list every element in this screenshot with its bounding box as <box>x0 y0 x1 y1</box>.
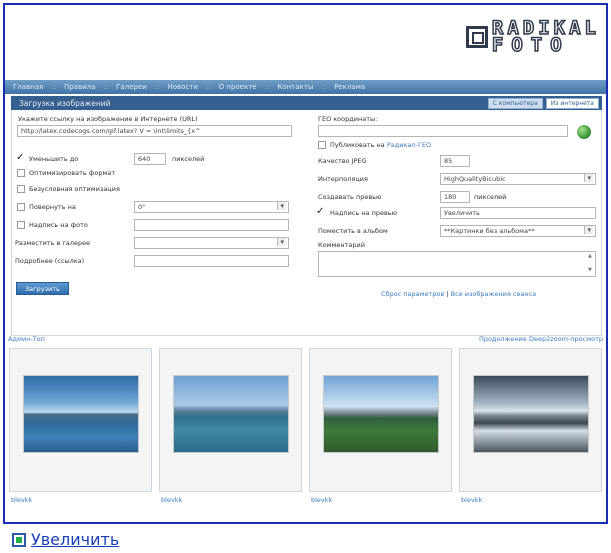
nav-ads[interactable]: Реклама <box>326 83 373 91</box>
reduce-unit: пикселей <box>172 155 205 163</box>
more-link-input[interactable] <box>134 255 289 267</box>
reduce-checkbox[interactable]: ✓ <box>16 153 24 163</box>
thumbnail-card[interactable] <box>309 348 452 492</box>
nav-galleries[interactable]: Галереи <box>108 83 155 91</box>
main-nav: Главная:: Правила:: Галереи:: Новости:: … <box>5 80 606 94</box>
tab-from-internet[interactable]: Из интернета <box>545 97 599 109</box>
gallery-label: Разместить в галерее <box>15 239 91 247</box>
reduce-input[interactable]: 640 <box>134 153 166 165</box>
nav-rules[interactable]: Правила <box>56 83 103 91</box>
deepzoom-link[interactable]: Deep2zoom-просмотр <box>529 335 603 343</box>
publish-label: Публиковать на <box>330 141 385 149</box>
url-label: Укажите ссылку на изображение в Интернет… <box>18 115 198 123</box>
optimize-format-checkbox[interactable] <box>17 169 25 177</box>
zoom-link[interactable]: Увеличить <box>31 530 119 549</box>
scroll-up-icon[interactable]: ▲ <box>588 253 594 259</box>
scroll-down-icon[interactable]: ▼ <box>588 267 594 273</box>
upload-button[interactable]: Загрузить <box>16 282 69 295</box>
thumbnail-image[interactable] <box>473 375 589 453</box>
tab-from-computer[interactable]: С компьютера <box>487 97 543 109</box>
nav-news[interactable]: Новости <box>159 83 205 91</box>
thumbnail-image[interactable] <box>173 375 289 453</box>
continue-link[interactable]: Продолжение <box>479 335 527 343</box>
interp-select[interactable]: HighQualityBicubic <box>440 173 596 185</box>
upload-form: Укажите ссылку на изображение в Интернет… <box>11 110 602 336</box>
preview-label: Создавать превью <box>318 193 382 201</box>
link-separator: | <box>446 290 449 298</box>
admin-top-link[interactable]: Админ-Топ <box>8 335 45 343</box>
rotate-label: Повернуть на <box>29 203 76 211</box>
site-logo[interactable]: RADIKAL FOTO <box>465 18 600 56</box>
unconditional-opt-label: Безусловная оптимизация <box>29 185 120 193</box>
url-input[interactable]: http://latex.codecogs.com/gif.latex? V =… <box>17 125 292 137</box>
reduce-label: Уменьшить до <box>29 155 79 163</box>
reset-params-link[interactable]: Сброс параметров <box>381 290 444 298</box>
comment-textarea[interactable]: ▲ ▼ <box>318 251 596 277</box>
upload-panel-header: Загрузка изображений С компьютера Из инт… <box>11 96 602 110</box>
interp-label: Интерполяция <box>318 175 368 183</box>
thumbnail-card[interactable] <box>459 348 602 492</box>
zoom-icon[interactable] <box>12 532 26 547</box>
caption-checkbox[interactable] <box>17 221 25 229</box>
jpeg-input[interactable]: 85 <box>440 155 470 167</box>
thumbnail-image[interactable] <box>23 375 139 453</box>
rotate-select[interactable]: 0° <box>134 201 289 213</box>
all-images-link[interactable]: Все изображения сеанса <box>451 290 537 298</box>
publish-checkbox[interactable] <box>318 141 326 149</box>
optimize-format-label: Оптимизировать формат <box>29 169 116 177</box>
geo-label: ГЕО координаты: <box>318 115 378 123</box>
preview-caption-label: Надпись на превью <box>330 209 398 217</box>
gallery-select[interactable] <box>134 237 289 249</box>
jpeg-label: Качество JPEG <box>318 157 367 165</box>
preview-unit: пикселей <box>474 193 507 201</box>
album-select[interactable]: **Картинки без альбома** <box>440 225 596 237</box>
caption-label: Надпись на фото <box>29 221 88 229</box>
rotate-checkbox[interactable] <box>17 203 25 211</box>
album-label: Поместить в альбом <box>318 227 388 235</box>
comment-label: Комментарий <box>318 241 365 249</box>
preview-input[interactable]: 180 <box>440 191 470 203</box>
geo-input[interactable] <box>318 125 568 137</box>
panel-title: Загрузка изображений <box>19 98 111 108</box>
caption-input[interactable] <box>134 219 289 231</box>
site-header: RADIKAL FOTO <box>5 5 606 80</box>
zoom-link-block[interactable]: Увеличить <box>12 530 119 549</box>
preview-caption-checkbox[interactable]: ✓ <box>316 207 324 217</box>
nav-about[interactable]: О проекте <box>211 83 265 91</box>
radikal-geo-link[interactable]: Радикал-ГЕО <box>387 141 431 149</box>
thumbnail-caption[interactable]: blevkk <box>11 496 32 504</box>
globe-icon[interactable] <box>577 125 591 139</box>
screenshot-frame: RADIKAL FOTO Главная:: Правила:: Галереи… <box>3 3 608 524</box>
logo-mark-icon <box>465 26 488 48</box>
logo-line-2: FOTO <box>491 34 570 56</box>
thumbnail-caption[interactable]: blevkk <box>461 496 482 504</box>
nav-home[interactable]: Главная <box>5 83 51 91</box>
thumbnail-image[interactable] <box>323 375 439 453</box>
more-link-label: Подробнее (ссылка) <box>15 257 85 265</box>
thumbnail-caption[interactable]: blevkk <box>311 496 332 504</box>
preview-caption-input[interactable]: Увеличить <box>440 207 596 219</box>
unconditional-opt-checkbox[interactable] <box>17 185 25 193</box>
thumbnail-caption[interactable]: blevkk <box>161 496 182 504</box>
thumbnail-card[interactable] <box>9 348 152 492</box>
nav-contacts[interactable]: Контакты <box>269 83 321 91</box>
thumbnail-card[interactable] <box>159 348 302 492</box>
